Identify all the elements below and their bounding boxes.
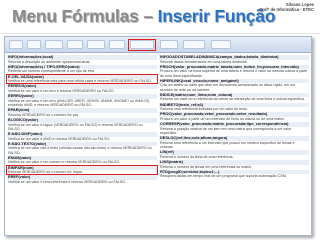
ribbon-button bbox=[109, 40, 125, 49]
function-description: Verifica se um valor é um erro e retorna… bbox=[8, 88, 115, 93]
excel-function-list-screenshot: INFO(informações;local) Retorna a descriç… bbox=[4, 36, 312, 236]
function-entry: INFO(informações) / TIPO.ERRO(valor) Reto… bbox=[7, 64, 157, 74]
slide-header: Menu Fórmulas – Inserir Função Silvana L… bbox=[0, 0, 320, 34]
function-entry: HIPERLINK(local_vínculo;nome_amigável) Cr… bbox=[159, 78, 309, 92]
function-description: Retorna dados armazenados em uma tabela … bbox=[160, 59, 248, 64]
function-entry: É.CÉL.VAZIA(valor) Verifica se uma referê… bbox=[6, 74, 158, 84]
function-entry: PROC(valor_procurado;vetor_procurado;vet… bbox=[159, 112, 309, 121]
function-entry: INFODADOSTABELADINÂMICA(campo_dados;tabe… bbox=[159, 55, 309, 64]
function-entry: DESLOC(ref;lins;cols;altura;largura) Reto… bbox=[159, 136, 309, 149]
ribbon-button bbox=[27, 40, 41, 49]
function-entry: É.NÃO.DISP(valor) Verifica se um valor é … bbox=[7, 131, 157, 141]
function-entry: ÉERRO(valor) Verifica se um valor é um er… bbox=[7, 94, 157, 107]
function-entry: CORRESP(valor_procurado;matriz_procurada… bbox=[159, 122, 309, 135]
function-entry: ÉERROS(valor) Verifica se um valor é um e… bbox=[7, 84, 157, 93]
author-credit: Silvana Lopes Profª de Informática - ETE… bbox=[259, 2, 314, 12]
ribbon-button bbox=[67, 40, 83, 49]
function-entry: LIN(ref) Retorna o número da linha de uma… bbox=[159, 150, 309, 159]
function-description: Retorna uma referência a um intervalo qu… bbox=[160, 140, 295, 149]
excel-ribbon bbox=[5, 37, 311, 53]
function-entry: ÉIMPAR(núm) Retorna VERDADEIRO se o númer… bbox=[6, 165, 158, 175]
function-description: Retorna a posição relativa de um item em… bbox=[160, 126, 292, 135]
function-description: Retorna a descrição do ambiente operacio… bbox=[8, 59, 91, 64]
function-description: Recupera dados em tempo real de um progr… bbox=[160, 174, 287, 179]
function-description: Verifica se um valor não é texto (célula… bbox=[8, 146, 152, 155]
author-role: Profª de Informática - ETEC bbox=[259, 7, 314, 13]
function-entry: ÉREF(valor) Verifica se um valor é uma re… bbox=[7, 175, 157, 184]
function-description: Verifica se uma referência está para uma… bbox=[8, 79, 153, 84]
function-description: Retorna um número correspondente a um ti… bbox=[8, 69, 96, 74]
function-entry: RTD(progID;servidor;tópico1;...) Recupera… bbox=[159, 169, 309, 179]
function-description: Retorna uma referência indicada por um v… bbox=[160, 107, 248, 112]
function-entry: ÉNÚM(valor) Verifica se um valor é um núm… bbox=[7, 155, 157, 165]
ribbon-button bbox=[160, 40, 178, 49]
function-entry: LINS(matriz) Retorna o número de linhas e… bbox=[159, 159, 309, 169]
function-description: Procura um valor na linha superior de um… bbox=[160, 69, 308, 78]
ribbon-button bbox=[87, 40, 105, 49]
ribbon-button bbox=[211, 40, 231, 49]
ribbon-button bbox=[183, 40, 205, 49]
function-description: Retorna o número de linhas em uma referê… bbox=[160, 164, 253, 169]
function-description: Verifica se um valor é #N/D e retorna VE… bbox=[8, 136, 111, 141]
header-divider bbox=[0, 33, 320, 34]
function-entry: ÍNDICE(matriz;núm_linha;núm_coluna) Retor… bbox=[159, 92, 309, 102]
ribbon-button bbox=[45, 40, 63, 49]
slide-title-accent: Inserir Função bbox=[157, 6, 276, 26]
function-description: Verifica se um valor é lógico (VERDADEIR… bbox=[8, 122, 143, 131]
function-list-left: INFO(informações;local) Retorna a descriç… bbox=[6, 55, 158, 235]
function-description: Retorna um valor ou a referência da célu… bbox=[160, 97, 305, 102]
function-entry: ÉPAR(núm) Retorna VERDADEIRO se o número … bbox=[7, 108, 157, 117]
function-description: Retorna VERDADEIRO se o número for par. bbox=[8, 112, 79, 117]
function-description: Retorna o número da linha de uma referên… bbox=[160, 154, 234, 159]
function-list-right: INFODADOSTABELADINÂMICA(campo_dados;tabe… bbox=[159, 55, 309, 235]
ribbon-button bbox=[9, 40, 23, 49]
function-entry: INDIRETO(texto_ref;a1) Retorna uma referê… bbox=[159, 102, 309, 112]
function-entry: ÉLÓGICO(valor) Verifica se um valor é lóg… bbox=[7, 117, 157, 131]
function-entry: PROCH(valor_procurado;matriz_tabela;núm_… bbox=[159, 64, 309, 78]
function-description: Verifica se um valor é uma referência e … bbox=[8, 179, 127, 184]
slide-title-main: Menu Fórmulas – bbox=[12, 6, 158, 26]
function-entry: É.NÃO.TEXTO(valor) Verifica se um valor n… bbox=[7, 141, 157, 155]
slide-title: Menu Fórmulas – Inserir Função bbox=[12, 6, 276, 27]
function-description: Procura um valor a partir de um interval… bbox=[160, 116, 286, 121]
function-description: Verifica se um valor é um número e retor… bbox=[8, 160, 121, 165]
function-entry: INFO(informações;local) Retorna a descriç… bbox=[7, 55, 157, 64]
function-description: Verifica se um valor é um erro (#VALOR!,… bbox=[8, 98, 151, 107]
function-description: Retorna VERDADEIRO se o número for ímpar… bbox=[8, 170, 83, 175]
highlight-box bbox=[128, 39, 156, 51]
function-description: Cria um atalho ou salto que abre um docu… bbox=[160, 83, 296, 92]
